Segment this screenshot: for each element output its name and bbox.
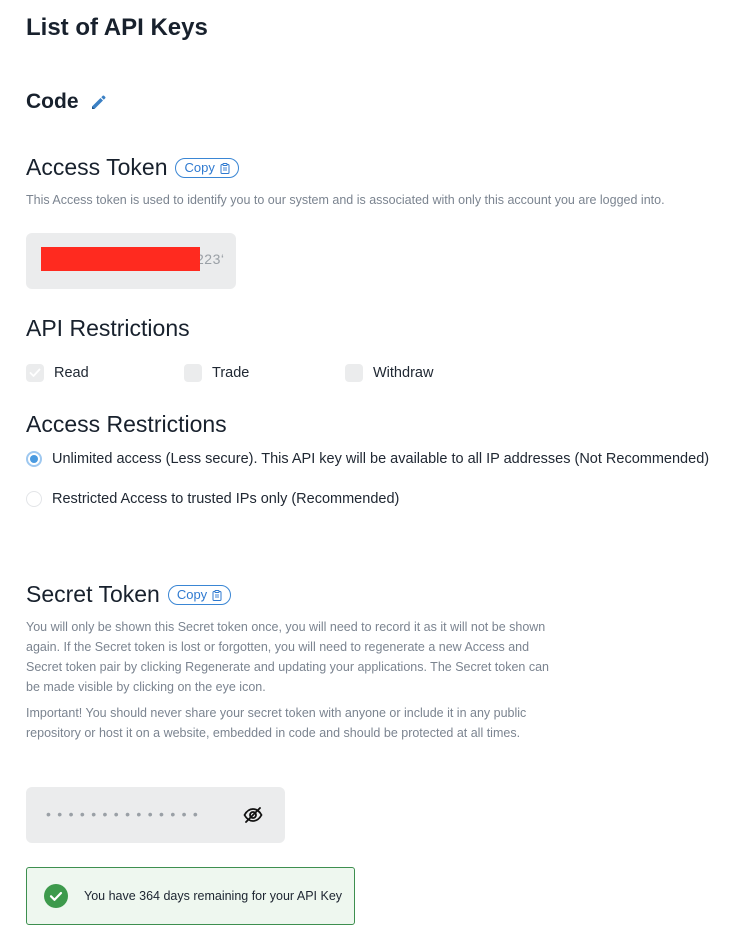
check-circle-icon <box>44 884 68 908</box>
copy-access-token-button[interactable]: Copy <box>175 157 239 178</box>
access-token-description: This Access token is used to identify yo… <box>26 193 665 207</box>
secret-token-header: Secret Token Copy <box>26 581 232 608</box>
secret-token-description: You will only be shown this Secret token… <box>26 620 550 694</box>
clipboard-icon <box>220 162 230 174</box>
unlimited-access-option[interactable]: Unlimited access (Less secure). This API… <box>26 451 709 467</box>
trade-label: Trade <box>212 365 250 381</box>
code-title: Code <box>26 90 79 113</box>
copy-secret-token-button[interactable]: Copy <box>167 584 232 605</box>
eye-off-icon[interactable] <box>243 805 263 825</box>
secret-token-title: Secret Token <box>26 581 160 607</box>
restricted-access-radio[interactable] <box>26 491 42 507</box>
api-restrictions-title: API Restrictions <box>26 315 190 341</box>
clipboard-icon <box>212 589 222 601</box>
access-token-field[interactable]: 223‘ <box>26 233 236 289</box>
page-title: List of API Keys <box>26 14 208 41</box>
restricted-access-label: Restricted Access to trusted IPs only (R… <box>52 491 400 507</box>
access-restrictions-title: Access Restrictions <box>26 411 227 437</box>
read-label: Read <box>54 365 89 381</box>
withdraw-checkbox-option[interactable]: Withdraw <box>345 364 433 382</box>
withdraw-checkbox[interactable] <box>345 364 363 382</box>
access-token-value: 223‘ <box>196 251 225 267</box>
checkmark-icon <box>29 368 41 377</box>
copy-button-label: Copy <box>176 587 208 602</box>
restricted-access-option[interactable]: Restricted Access to trusted IPs only (R… <box>26 491 399 507</box>
access-token-title: Access Token <box>26 154 168 180</box>
secret-token-masked-value: •••••••••••••• <box>46 806 205 822</box>
read-checkbox-option[interactable]: Read <box>26 364 89 382</box>
secret-token-warning: Important! You should never share your s… <box>26 706 527 740</box>
unlimited-access-radio[interactable] <box>26 451 42 467</box>
expiry-notice-text: You have 364 days remaining for your API… <box>84 889 343 903</box>
code-header: Code <box>26 90 107 114</box>
api-restrictions-header: API Restrictions <box>26 315 190 342</box>
api-key-expiry-notice: You have 364 days remaining for your API… <box>26 867 355 925</box>
pencil-icon[interactable] <box>89 93 107 111</box>
access-restrictions-header: Access Restrictions <box>26 411 227 438</box>
trade-checkbox-option[interactable]: Trade <box>184 364 249 382</box>
secret-token-field[interactable]: •••••••••••••• <box>26 787 285 843</box>
read-checkbox[interactable] <box>26 364 44 382</box>
access-token-header: Access Token Copy <box>26 154 239 181</box>
redaction-block <box>41 247 200 271</box>
withdraw-label: Withdraw <box>373 365 434 381</box>
trade-checkbox[interactable] <box>184 364 202 382</box>
unlimited-access-label: Unlimited access (Less secure). This API… <box>52 451 710 467</box>
copy-button-label: Copy <box>184 160 215 175</box>
